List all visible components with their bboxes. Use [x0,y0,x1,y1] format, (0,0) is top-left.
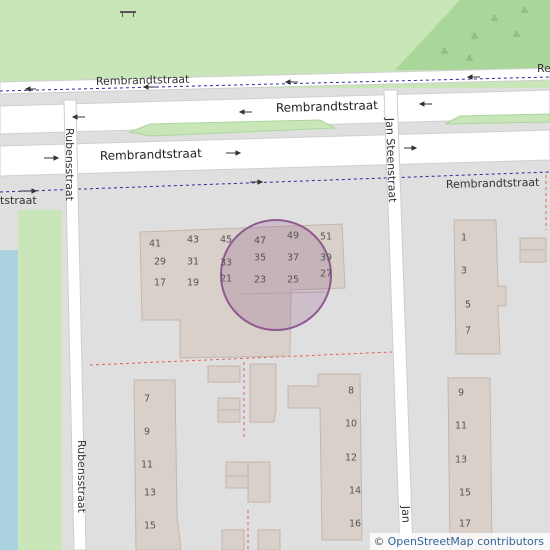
house-number: 21 [220,274,232,285]
label-rembrandtstraat-top-right: Re [537,62,550,75]
house-number: 51 [320,232,332,243]
house-number: 8 [348,386,354,397]
svg-text:♣: ♣ [440,47,449,58]
house-number: 41 [149,239,161,250]
label-rubensstraat-lower: Rubensstraat [75,440,88,514]
house-number: 13 [455,455,467,466]
house-number: 19 [187,278,199,289]
house-number: 45 [220,235,232,246]
label-rembrandtstraat-lower: Rembrandtstraat [100,146,203,163]
map-svg[interactable]: ♣ ♣ ♣ ♣ ♣ ♣ Rembrandtstraat Re Rembrandt… [0,0,550,550]
label-rembrandtstraat-top: Rembrandtstraat [96,73,190,88]
svg-text:♣: ♣ [490,14,499,25]
svg-text:♣: ♣ [520,6,529,17]
house-number: 9 [144,427,150,438]
house-number: 1 [461,233,467,244]
house-number: 25 [287,275,299,286]
map-canvas[interactable]: ♣ ♣ ♣ ♣ ♣ ♣ Rembrandtstraat Re Rembrandt… [0,0,550,550]
house-number: 29 [154,257,166,268]
location-marker-circle[interactable] [220,219,332,331]
house-number: 13 [144,488,156,499]
map-attribution: © OpenStreetMap contributors [369,533,550,550]
house-number: 11 [141,460,153,471]
house-number: 35 [254,253,266,264]
house-number: 47 [254,236,266,247]
house-number: 5 [465,300,471,311]
house-number: 49 [287,231,299,242]
house-number: 15 [459,488,471,499]
label-rubensstraat-upper: Rubensstraat [63,128,76,202]
house-number: 11 [455,421,467,432]
copyright-symbol: © [373,535,385,548]
house-number: 37 [287,253,299,264]
house-number: 7 [465,326,471,337]
house-number: 17 [459,519,471,530]
house-number: 33 [220,258,232,269]
house-number: 27 [320,269,332,280]
attribution-link[interactable]: OpenStreetMap contributors [388,535,544,548]
house-number: 9 [458,388,464,399]
house-number: 16 [349,519,361,530]
house-number: 12 [345,453,357,464]
median-green-2 [444,113,550,125]
label-rembrandtstraat-right: Rembrandtstraat [446,176,540,191]
house-number: 15 [144,521,156,532]
water-canal [0,250,18,550]
park-strip-left [18,210,62,550]
svg-text:♣: ♣ [470,32,479,43]
house-number: 7 [144,394,150,405]
house-number: 10 [345,419,357,430]
label-rembrandtstraat-left: tstraat [0,194,37,207]
label-jan-steenstraat-bottom: Jan [399,505,413,523]
svg-text:♣: ♣ [512,30,521,41]
house-number: 39 [320,253,332,264]
svg-text:♣: ♣ [465,54,474,65]
house-number: 17 [154,278,166,289]
house-number: 14 [349,486,361,497]
house-number: 23 [254,275,266,286]
house-number: 31 [187,257,199,268]
house-number: 3 [461,266,467,277]
house-number: 43 [187,235,199,246]
label-rembrandtstraat-main: Rembrandtstraat [276,98,379,115]
